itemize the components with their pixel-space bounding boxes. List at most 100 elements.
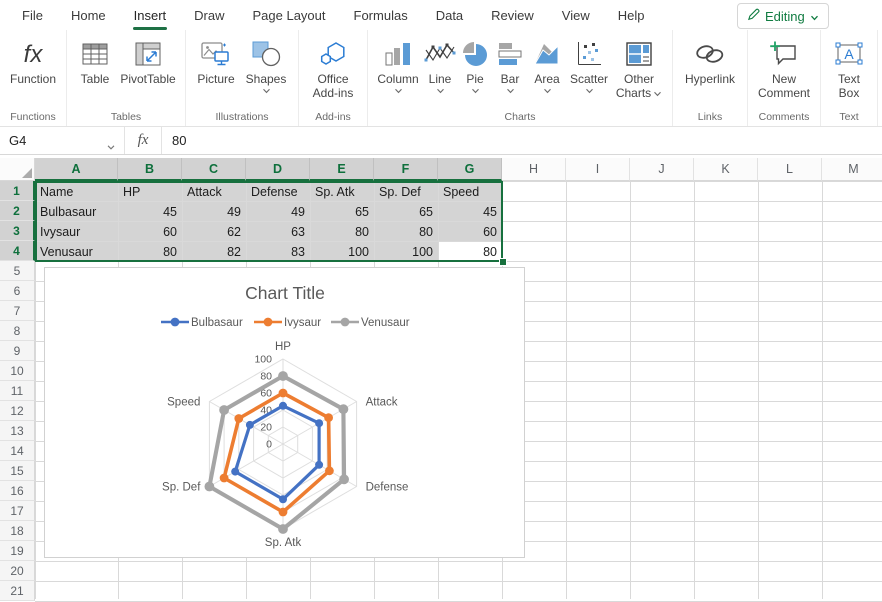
grid-cell-d1[interactable]: Defense: [247, 182, 310, 201]
grid-cell-c2[interactable]: 49: [183, 202, 246, 221]
area-button[interactable]: Area: [528, 36, 566, 94]
formula-input[interactable]: 80: [162, 127, 882, 154]
function-button[interactable]: fxFunction: [6, 36, 60, 86]
grid-cell-a3[interactable]: Ivysaur: [36, 222, 118, 241]
grid-cell-d2[interactable]: 49: [247, 202, 310, 221]
office-add-ins-button[interactable]: Office Add-ins: [305, 36, 361, 100]
row-header-14[interactable]: 14: [0, 441, 35, 461]
grid-cell-b1[interactable]: HP: [119, 182, 182, 201]
menu-tab-page-layout[interactable]: Page Layout: [253, 0, 326, 30]
row-header-20[interactable]: 20: [0, 561, 35, 581]
menu-tab-data[interactable]: Data: [436, 0, 463, 30]
row-header-6[interactable]: 6: [0, 281, 35, 301]
column-header-m[interactable]: M: [822, 158, 882, 181]
row-header-10[interactable]: 10: [0, 361, 35, 381]
chart-title[interactable]: Chart Title: [245, 283, 325, 303]
column-header-e[interactable]: E: [310, 158, 374, 181]
row-header-15[interactable]: 15: [0, 461, 35, 481]
grid-cell-g2[interactable]: 45: [439, 202, 502, 221]
column-header-a[interactable]: A: [35, 158, 118, 181]
grid-cell-g4[interactable]: 80: [439, 242, 502, 261]
row-header-18[interactable]: 18: [0, 521, 35, 541]
grid-cell-f3[interactable]: 80: [375, 222, 438, 241]
grid-cell-g1[interactable]: Speed: [439, 182, 502, 201]
grid-cell-a1[interactable]: Name: [36, 182, 118, 201]
grid-cell-b2[interactable]: 45: [119, 202, 182, 221]
table-button[interactable]: Table: [73, 36, 117, 86]
grid-cell-e1[interactable]: Sp. Atk: [311, 182, 374, 201]
row-header-21[interactable]: 21: [0, 581, 35, 601]
editing-mode-button[interactable]: Editing: [737, 3, 829, 29]
pivottable-button[interactable]: PivotTable: [117, 36, 179, 86]
embedded-radar-chart[interactable]: Chart TitleBulbasaurIvysaurVenusaur02040…: [44, 267, 525, 558]
selection-fill-handle[interactable]: [499, 258, 507, 266]
grid-cell-d3[interactable]: 63: [247, 222, 310, 241]
menu-tab-review[interactable]: Review: [491, 0, 534, 30]
column-header-g[interactable]: G: [438, 158, 502, 181]
grid-cell-b4[interactable]: 80: [119, 242, 182, 261]
grid-cell-g3[interactable]: 60: [439, 222, 502, 241]
column-header-f[interactable]: F: [374, 158, 438, 181]
column-header-k[interactable]: K: [694, 158, 758, 181]
menu-tab-file[interactable]: File: [22, 0, 43, 30]
grid-cell-b3[interactable]: 60: [119, 222, 182, 241]
bar-button[interactable]: Bar: [492, 36, 528, 94]
row-header-11[interactable]: 11: [0, 381, 35, 401]
menu-tab-formulas[interactable]: Formulas: [354, 0, 408, 30]
menu-tab-draw[interactable]: Draw: [194, 0, 224, 30]
row-header-12[interactable]: 12: [0, 401, 35, 421]
column-header-d[interactable]: D: [246, 158, 310, 181]
scatter-button[interactable]: Scatter: [566, 36, 612, 94]
row-header-5[interactable]: 5: [0, 261, 35, 281]
grid-cell-a2[interactable]: Bulbasaur: [36, 202, 118, 221]
grid-cell-e2[interactable]: 65: [311, 202, 374, 221]
line-button[interactable]: Line: [422, 36, 458, 94]
grid-cell-f4[interactable]: 100: [375, 242, 438, 261]
picture-button[interactable]: Picture: [192, 36, 240, 86]
select-all-corner[interactable]: [0, 158, 35, 181]
grid-cell-a4[interactable]: Venusaur: [36, 242, 118, 261]
name-box[interactable]: G4: [0, 127, 125, 154]
menu-tab-view[interactable]: View: [562, 0, 590, 30]
menu-tab-insert[interactable]: Insert: [134, 0, 167, 30]
pie-button[interactable]: Pie: [458, 36, 492, 94]
legend-item-bulbasaur[interactable]: Bulbasaur: [161, 317, 243, 329]
column-button[interactable]: Column: [374, 36, 422, 94]
row-header-8[interactable]: 8: [0, 321, 35, 341]
column-header-i[interactable]: I: [566, 158, 630, 181]
row-header-4[interactable]: 4: [0, 241, 35, 261]
row-header-3[interactable]: 3: [0, 221, 35, 241]
row-header-16[interactable]: 16: [0, 481, 35, 501]
grid-cell-f1[interactable]: Sp. Def: [375, 182, 438, 201]
column-header-b[interactable]: B: [118, 158, 182, 181]
new-comment-button[interactable]: New Comment: [754, 36, 814, 100]
menu-tab-home[interactable]: Home: [71, 0, 106, 30]
text-box-button[interactable]: AText Box: [827, 36, 871, 100]
row-header-7[interactable]: 7: [0, 301, 35, 321]
shapes-button[interactable]: Shapes: [240, 36, 292, 94]
row-header-9[interactable]: 9: [0, 341, 35, 361]
grid-cell-e3[interactable]: 80: [311, 222, 374, 241]
column-header-c[interactable]: C: [182, 158, 246, 181]
grid-cell-c3[interactable]: 62: [183, 222, 246, 241]
hyperlink-button[interactable]: Hyperlink: [679, 36, 741, 86]
row-header-1[interactable]: 1: [0, 181, 35, 201]
axis-label-speed: Speed: [167, 397, 200, 409]
menu-tab-help[interactable]: Help: [618, 0, 645, 30]
insert-function-button[interactable]: fx: [125, 127, 162, 154]
row-header-17[interactable]: 17: [0, 501, 35, 521]
legend-item-venusaur[interactable]: Venusaur: [331, 317, 410, 329]
grid-cell-c1[interactable]: Attack: [183, 182, 246, 201]
grid-cell-e4[interactable]: 100: [311, 242, 374, 261]
legend-item-ivysaur[interactable]: Ivysaur: [254, 317, 321, 329]
row-header-2[interactable]: 2: [0, 201, 35, 221]
column-header-h[interactable]: H: [502, 158, 566, 181]
grid-cell-f2[interactable]: 65: [375, 202, 438, 221]
column-header-l[interactable]: L: [758, 158, 822, 181]
grid-cell-d4[interactable]: 83: [247, 242, 310, 261]
column-header-j[interactable]: J: [630, 158, 694, 181]
row-header-19[interactable]: 19: [0, 541, 35, 561]
grid-cell-c4[interactable]: 82: [183, 242, 246, 261]
row-header-13[interactable]: 13: [0, 421, 35, 441]
other-charts-button[interactable]: Other Charts: [612, 36, 666, 100]
